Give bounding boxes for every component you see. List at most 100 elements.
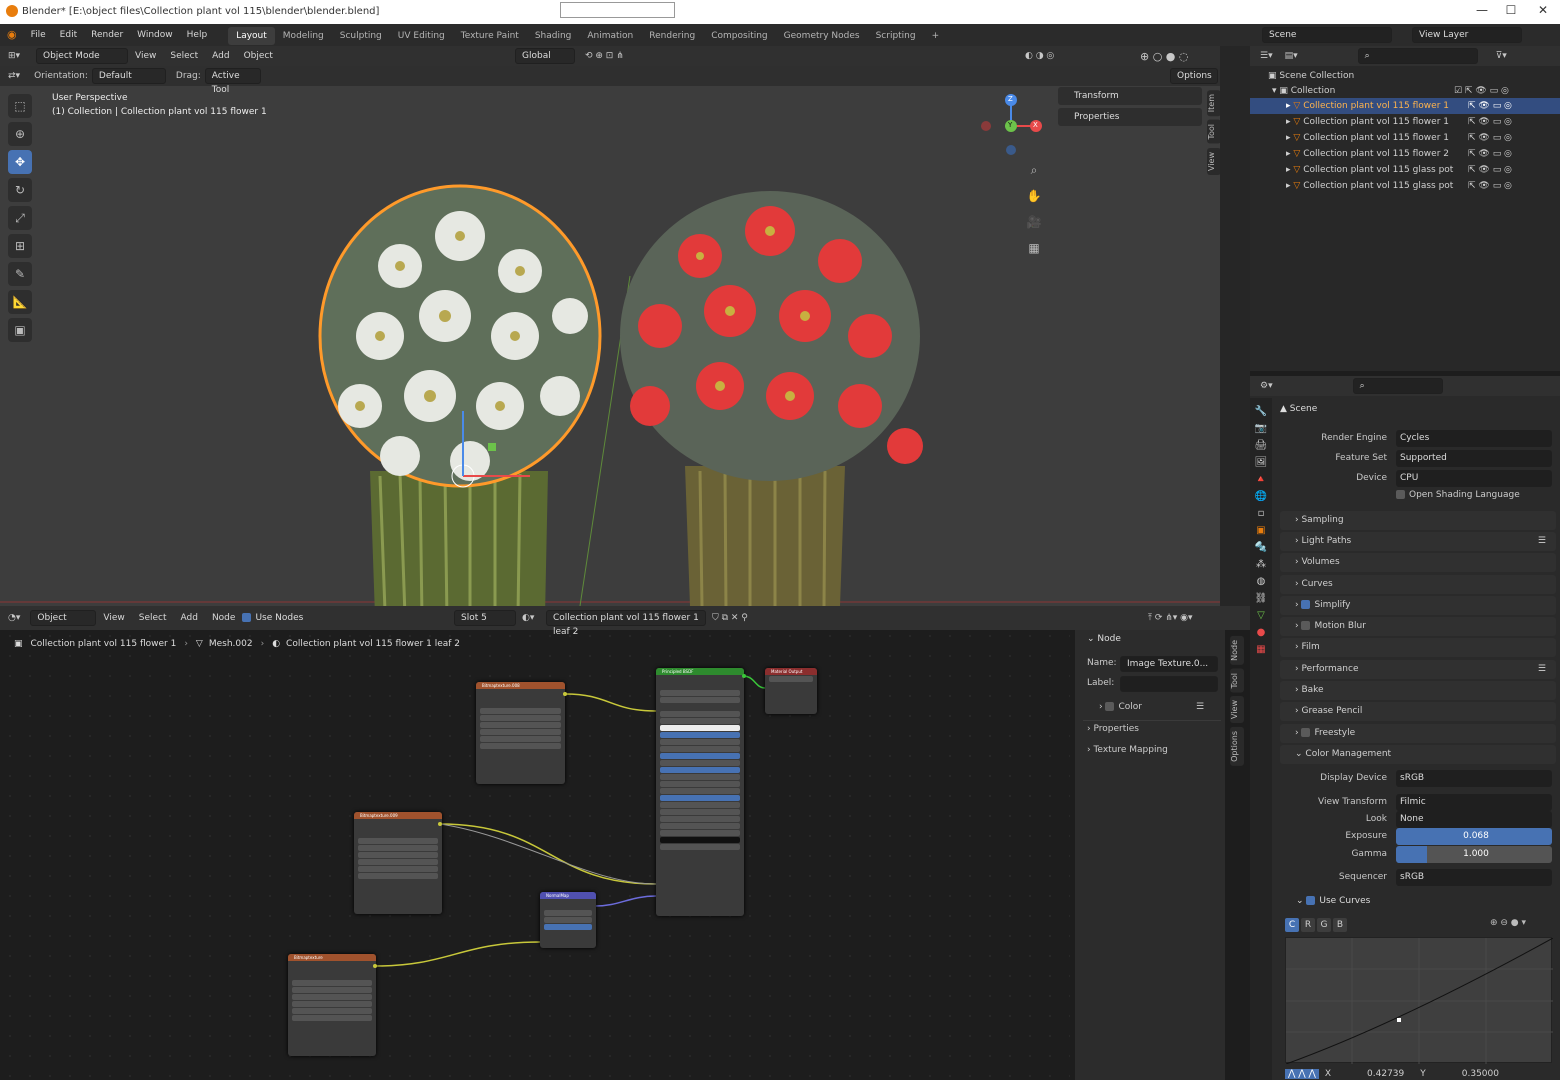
material-browse-icon[interactable]: ◐▾	[522, 613, 534, 623]
slot-dropdown[interactable]: Slot 5	[454, 610, 516, 626]
collection-tab-icon[interactable]: ▫	[1258, 508, 1265, 519]
node-field[interactable]	[660, 746, 740, 752]
tab-animation[interactable]: Animation	[579, 27, 641, 45]
tab-layout[interactable]: Layout	[228, 27, 275, 45]
scene-collection-row[interactable]: ▣ Scene Collection	[1250, 68, 1560, 84]
menu-file[interactable]: File	[24, 24, 53, 46]
node-editor-overlay-icons[interactable]: ⤒ ⟳ ⋔▾ ◉▾	[1148, 613, 1193, 623]
node-field[interactable]	[660, 774, 740, 780]
node-field[interactable]	[660, 788, 740, 794]
socket-bsdf[interactable]	[742, 674, 746, 678]
panel-light-paths[interactable]: › Light Paths ☰	[1280, 532, 1556, 551]
collection-toggles[interactable]: ☑ ⇱ 👁 ▭ ◎	[1454, 83, 1509, 99]
tool-tab-icon[interactable]: 🔧	[1255, 406, 1267, 417]
node-field[interactable]	[660, 760, 740, 766]
camera-view-icon[interactable]: 🎥	[1024, 212, 1044, 232]
curve-x-value[interactable]: 0.42739	[1367, 1069, 1404, 1079]
tab-tool[interactable]: Tool	[1207, 120, 1221, 144]
panel-film[interactable]: › Film	[1280, 638, 1556, 657]
blender-menu-icon[interactable]: ◉	[0, 24, 24, 46]
node-field[interactable]	[769, 676, 813, 682]
filter-icon[interactable]: ⊽▾	[1496, 51, 1507, 61]
list-icon[interactable]: ☰	[1196, 702, 1204, 712]
node-header[interactable]: NormalMap	[540, 892, 596, 899]
transform-tool-icon[interactable]: ⊞	[8, 234, 32, 258]
image-texture-node-1[interactable]: Bitmaptexture.008	[476, 682, 565, 784]
measure-tool-icon[interactable]: 📐	[8, 290, 32, 314]
menu-render[interactable]: Render	[84, 24, 130, 46]
node-color-panel[interactable]: › Color ☰	[1099, 702, 1204, 712]
node-field[interactable]	[480, 743, 561, 749]
shader-node-editor[interactable]: Bitmaptexture.008 Bitmaptexture.009 Bitm…	[0, 606, 1070, 1080]
node-field[interactable]	[358, 852, 438, 858]
maximize-button[interactable]: ☐	[1496, 3, 1526, 21]
tab-node-options[interactable]: Options	[1230, 727, 1244, 767]
tab-scripting[interactable]: Scripting	[868, 27, 924, 45]
node-field[interactable]	[660, 753, 740, 759]
texture-tab-icon[interactable]: ▦	[1256, 644, 1265, 655]
material-output-node[interactable]: Material Output	[765, 668, 817, 714]
row-toggles[interactable]: ⇱ 👁 ▭ ◎	[1468, 130, 1512, 146]
node-panel-header[interactable]: ⌄ Node	[1087, 634, 1121, 644]
node-field[interactable]	[660, 816, 740, 822]
panel-grease-pencil[interactable]: › Grease Pencil	[1280, 702, 1556, 721]
node-field[interactable]	[480, 729, 561, 735]
outliner-item-1[interactable]: ▸ ▽ Collection plant vol 115 flower 1 ⇱ 👁…	[1250, 114, 1560, 130]
transform-orientation-dropdown[interactable]: Global	[515, 48, 575, 64]
tool-settings-icon[interactable]: ⇄▾	[8, 71, 20, 81]
properties-search-input[interactable]: ⌕	[1352, 378, 1443, 394]
node-field[interactable]	[660, 725, 740, 731]
navigation-gizmo[interactable]: Z Y X	[978, 92, 1048, 162]
view-transform-dropdown[interactable]: Filmic	[1396, 794, 1552, 811]
tab-texture-paint[interactable]: Texture Paint	[453, 27, 527, 45]
device-dropdown[interactable]: CPU	[1396, 470, 1552, 487]
node-field[interactable]	[292, 980, 372, 986]
node-field[interactable]	[660, 711, 740, 717]
options-dropdown[interactable]: Options	[1170, 68, 1218, 84]
render-tab-icon[interactable]: 📷	[1255, 423, 1267, 434]
exposure-slider[interactable]: 0.068	[1396, 828, 1552, 845]
panel-bake[interactable]: › Bake	[1280, 681, 1556, 700]
panel-freestyle[interactable]: › Freestyle	[1280, 724, 1556, 743]
channel-c-button[interactable]: C	[1285, 918, 1299, 932]
node-field[interactable]	[544, 917, 592, 923]
rotate-tool-icon[interactable]: ↻	[8, 178, 32, 202]
look-dropdown[interactable]: None	[1396, 811, 1552, 828]
view-layer-selector[interactable]: View Layer	[1412, 27, 1522, 43]
panel-motion-blur[interactable]: › Motion Blur	[1280, 617, 1556, 636]
node-field[interactable]	[660, 802, 740, 808]
breadcrumb-material[interactable]: Collection plant vol 115 flower 1 leaf 2	[286, 639, 460, 649]
mode-dropdown[interactable]: Object Mode	[36, 48, 128, 64]
close-button[interactable]: ✕	[1528, 3, 1558, 21]
use-nodes-checkbox[interactable]: Use Nodes	[242, 613, 303, 623]
image-texture-node-3[interactable]: Bitmaptexture	[288, 954, 376, 1056]
node-field[interactable]	[292, 1001, 372, 1007]
node-field[interactable]	[660, 767, 740, 773]
breadcrumb-mesh[interactable]: Mesh.002	[209, 639, 253, 649]
vp-menu-select[interactable]: Select	[163, 45, 205, 67]
node-field[interactable]	[480, 736, 561, 742]
node-field[interactable]	[358, 845, 438, 851]
physics-tab-icon[interactable]: ◍	[1257, 576, 1266, 587]
socket-color[interactable]	[563, 692, 567, 696]
panel-sampling[interactable]: › Sampling	[1280, 511, 1556, 530]
3d-viewport[interactable]: User Perspective (1) Collection | Collec…	[0, 46, 1221, 606]
row-toggles[interactable]: ⇱ 👁 ▭ ◎	[1468, 114, 1512, 130]
node-field[interactable]	[660, 697, 740, 703]
outliner-search-input[interactable]: ⌕	[1357, 48, 1478, 64]
material-name-field[interactable]: Collection plant vol 115 flower 1 leaf 2	[546, 610, 706, 637]
node-header[interactable]: Bitmaptexture.008	[476, 682, 565, 689]
tab-shading[interactable]: Shading	[527, 27, 580, 45]
node-field[interactable]	[660, 830, 740, 836]
menu-window[interactable]: Window	[130, 24, 180, 46]
tab-node-view[interactable]: View	[1230, 696, 1244, 724]
node-field[interactable]	[660, 718, 740, 724]
tab-item[interactable]: Item	[1207, 90, 1221, 117]
add-cube-tool-icon[interactable]: ▣	[8, 318, 32, 342]
output-tab-icon[interactable]: 🖨	[1255, 440, 1268, 451]
tab-node-tool[interactable]: Tool	[1230, 668, 1244, 693]
list-icon[interactable]: ☰	[1538, 532, 1546, 551]
vp-menu-object[interactable]: Object	[237, 45, 280, 67]
outliner-item-4[interactable]: ▸ ▽ Collection plant vol 115 glass pot ⇱ …	[1250, 162, 1560, 178]
material-tab-icon[interactable]: ●	[1257, 627, 1266, 638]
